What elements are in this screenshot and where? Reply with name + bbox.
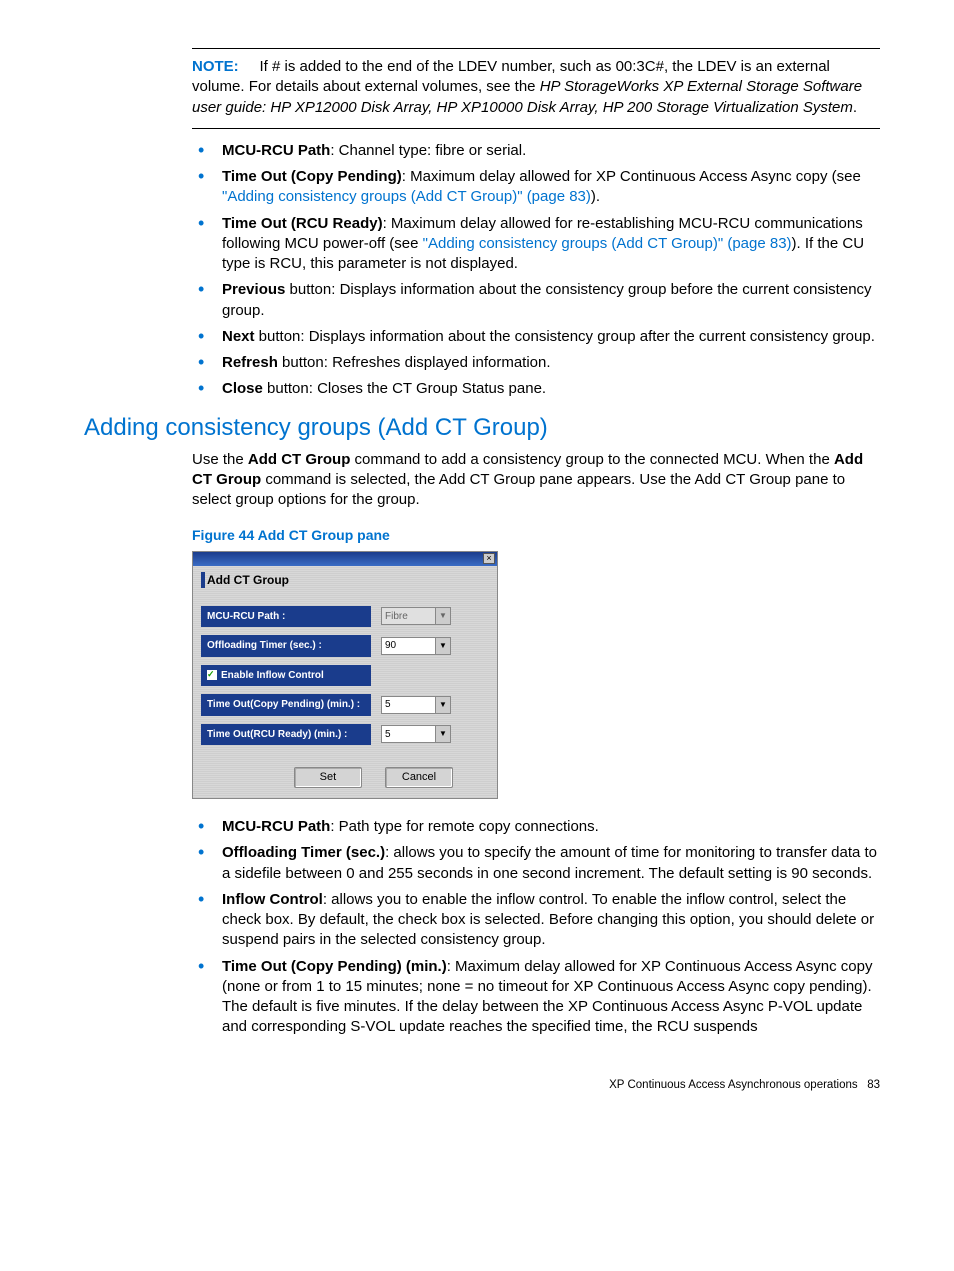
page-footer: XP Continuous Access Asynchronous operat… <box>84 1078 880 1094</box>
term: MCU-RCU Path <box>222 142 330 159</box>
row-timeout-ready: Time Out(RCU Ready) (min.) : 5 ▼ <box>201 724 489 746</box>
section-intro: Use the Add CT Group command to add a co… <box>192 450 880 511</box>
list-item: Next button: Displays information about … <box>192 327 880 347</box>
close-icon[interactable]: × <box>483 553 495 564</box>
checkbox-inflow[interactable] <box>207 670 217 680</box>
term-desc: button: Displays information about the c… <box>255 328 875 345</box>
xref-link[interactable]: "Adding consistency groups (Add CT Group… <box>423 235 792 252</box>
term: Time Out (Copy Pending) <box>222 168 402 185</box>
combo-timeout-ready[interactable]: 5 ▼ <box>381 725 451 743</box>
definitions-list-top: MCU-RCU Path: Channel type: fibre or ser… <box>192 141 880 400</box>
term-desc: button: Refreshes displayed information. <box>278 354 551 371</box>
set-button[interactable]: Set <box>294 767 362 788</box>
label-timeout-ready: Time Out(RCU Ready) (min.) : <box>201 724 371 746</box>
term-desc: button: Closes the CT Group Status pane. <box>263 380 546 397</box>
row-mcu-rcu-path: MCU-RCU Path : Fibre ▼ <box>201 606 489 628</box>
list-item: Refresh button: Refreshes displayed info… <box>192 353 880 373</box>
list-item: MCU-RCU Path: Channel type: fibre or ser… <box>192 141 880 161</box>
combo-mcu-rcu-path[interactable]: Fibre ▼ <box>381 607 451 625</box>
cancel-button[interactable]: Cancel <box>385 767 453 788</box>
combo-offloading-timer[interactable]: 90 ▼ <box>381 637 451 655</box>
list-item: Time Out (Copy Pending): Maximum delay a… <box>192 167 880 208</box>
term-desc: : Channel type: fibre or serial. <box>330 142 526 159</box>
combo-value: 5 <box>382 728 435 742</box>
combo-value: 5 <box>382 698 435 712</box>
label-mcu-rcu-path: MCU-RCU Path : <box>201 606 371 628</box>
list-item: Previous button: Displays information ab… <box>192 280 880 321</box>
xref-link[interactable]: "Adding consistency groups (Add CT Group… <box>222 188 591 205</box>
section-heading: Adding consistency groups (Add CT Group) <box>84 412 880 444</box>
dialog-button-row: Set Cancel <box>201 753 489 788</box>
term: Time Out (RCU Ready) <box>222 215 383 232</box>
note-box: NOTE: If # is added to the end of the LD… <box>192 48 880 129</box>
note-label: NOTE: <box>192 58 239 75</box>
list-item: Inflow Control: allows you to enable the… <box>192 890 880 951</box>
term: Next <box>222 328 255 345</box>
combo-timeout-pending[interactable]: 5 ▼ <box>381 696 451 714</box>
list-item: Time Out (RCU Ready): Maximum delay allo… <box>192 214 880 275</box>
chevron-down-icon: ▼ <box>435 726 450 742</box>
chevron-down-icon: ▼ <box>435 697 450 713</box>
term: Refresh <box>222 354 278 371</box>
term-desc: : Path type for remote copy connections. <box>330 818 598 835</box>
intro-t3: command is selected, the Add CT Group pa… <box>192 471 845 508</box>
list-item: Close button: Closes the CT Group Status… <box>192 379 880 399</box>
row-timeout-pending: Time Out(Copy Pending) (min.) : 5 ▼ <box>201 694 489 716</box>
combo-value: 90 <box>382 639 435 653</box>
term: Offloading Timer (sec.) <box>222 844 385 861</box>
page-number: 83 <box>867 1079 880 1091</box>
chevron-down-icon: ▼ <box>435 638 450 654</box>
term: Close <box>222 380 263 397</box>
note-after: . <box>853 99 857 116</box>
term-desc: : Maximum delay allowed for XP Continuou… <box>402 168 861 185</box>
row-inflow-control: Enable Inflow Control <box>201 665 489 687</box>
intro-t1: Use the <box>192 451 248 468</box>
chevron-down-icon: ▼ <box>435 608 450 624</box>
term: MCU-RCU Path <box>222 818 330 835</box>
term-desc: button: Displays information about the c… <box>222 281 872 318</box>
dialog-titlebar: × <box>193 552 497 566</box>
inflow-text: Enable Inflow Control <box>221 670 324 681</box>
row-offloading-timer: Offloading Timer (sec.) : 90 ▼ <box>201 635 489 657</box>
combo-value: Fibre <box>382 610 435 624</box>
footer-text: XP Continuous Access Asynchronous operat… <box>609 1079 857 1091</box>
intro-t2: command to add a consistency group to th… <box>350 451 834 468</box>
term: Previous <box>222 281 285 298</box>
term: Time Out (Copy Pending) (min.) <box>222 958 447 975</box>
label-timeout-pending: Time Out(Copy Pending) (min.) : <box>201 694 371 716</box>
term-desc-2: ). <box>591 188 600 205</box>
figure-caption: Figure 44 Add CT Group pane <box>192 526 880 545</box>
label-inflow-control: Enable Inflow Control <box>201 665 371 687</box>
label-offloading-timer: Offloading Timer (sec.) : <box>201 635 371 657</box>
list-item: MCU-RCU Path: Path type for remote copy … <box>192 817 880 837</box>
add-ct-group-dialog: × Add CT Group MCU-RCU Path : Fibre ▼ Of… <box>192 551 498 800</box>
definitions-list-bottom: MCU-RCU Path: Path type for remote copy … <box>192 817 880 1038</box>
term: Inflow Control <box>222 891 323 908</box>
intro-b1: Add CT Group <box>248 451 350 468</box>
dialog-title: Add CT Group <box>201 572 489 588</box>
list-item: Time Out (Copy Pending) (min.): Maximum … <box>192 957 880 1038</box>
list-item: Offloading Timer (sec.): allows you to s… <box>192 843 880 884</box>
